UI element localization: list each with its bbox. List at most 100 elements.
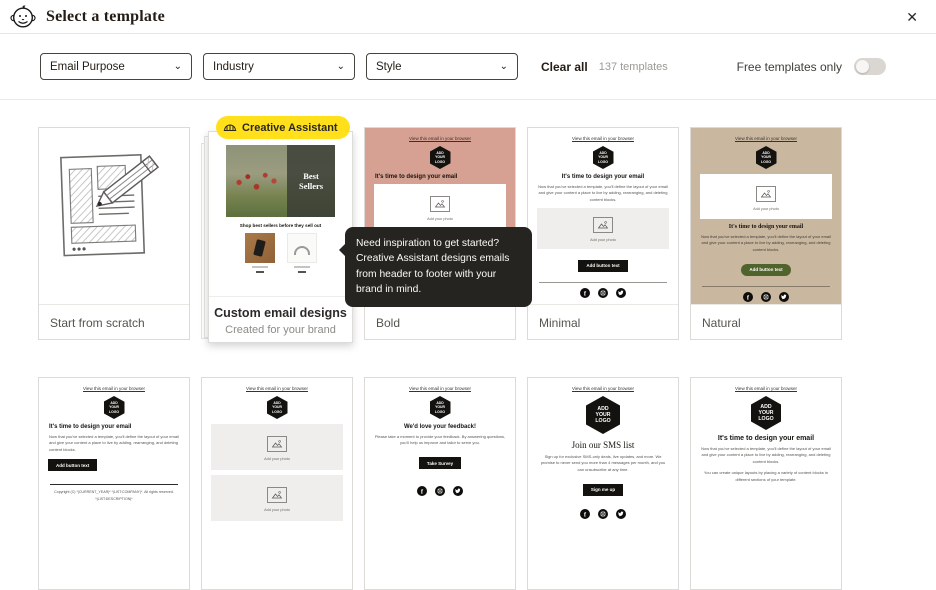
email-purpose-dropdown[interactable]: Email Purpose ⌄ [40, 53, 192, 80]
view-in-browser-link: View this email in your browser [691, 386, 841, 391]
photo-placeholder-box: Add your photo [537, 208, 669, 249]
mini-title: Join our SMS list [536, 440, 670, 450]
card-title: Custom email designs [213, 306, 348, 320]
mini-button: Take Survey [419, 457, 461, 469]
card-label: Bold [365, 304, 515, 341]
add-photo-caption: Add your photo [211, 508, 343, 512]
add-your-logo-hexagon: ADD YOUR LOGO [430, 396, 451, 419]
image-placeholder-icon [593, 217, 613, 233]
top-bar: Select a template ✕ [0, 0, 936, 34]
product-headphones [287, 233, 317, 273]
free-templates-label: Free templates only [737, 60, 842, 74]
tooltip-arrow [339, 244, 345, 256]
template-card-row2-5[interactable]: View this email in your browser ADD YOUR… [690, 377, 842, 590]
template-card-natural[interactable]: View this email in your browser ADD YOUR… [690, 127, 842, 340]
photo-placeholder-box: Add your photo [211, 424, 343, 470]
social-icons: f [528, 509, 678, 519]
photo-placeholder-box: Add your photo [700, 174, 832, 219]
start-scratch-preview [39, 128, 189, 304]
add-your-logo-hexagon: ADD YOUR LOGO [751, 396, 781, 430]
instagram-icon [435, 486, 445, 496]
badge-label: Creative Assistant [242, 122, 338, 134]
row2-5-preview: View this email in your browser ADD YOUR… [691, 378, 841, 589]
add-your-logo-hexagon: ADD YOUR LOGO [756, 146, 777, 169]
facebook-icon: f [417, 486, 427, 496]
template-card-row2-4[interactable]: View this email in your browser ADD YOUR… [527, 377, 679, 590]
mini-body: Now that you've selected a template, you… [49, 434, 180, 453]
view-in-browser-link: View this email in your browser [528, 386, 678, 391]
mini-button: Add button text [578, 260, 627, 272]
add-your-logo-hexagon: ADD YOUR LOGO [430, 146, 451, 169]
custom-preview: Best Sellers Shop best sellers before th… [209, 132, 352, 296]
image-placeholder-icon [430, 196, 450, 212]
template-count: 137 templates [599, 61, 668, 73]
view-in-browser-link: View this email in your browser [691, 136, 841, 141]
template-card-row2-3[interactable]: View this email in your browser ADD YOUR… [364, 377, 516, 590]
mini-body: Sign up for exclusive SMS-only deals, li… [537, 454, 669, 473]
chevron-down-icon: ⌄ [174, 61, 182, 72]
image-placeholder-icon [267, 436, 287, 452]
industry-dropdown[interactable]: Industry ⌄ [203, 53, 355, 80]
mini-body: Now that you've selected a template, you… [537, 184, 669, 203]
greenhouse-icon [223, 119, 237, 137]
template-card-start-from-scratch[interactable]: Start from scratch [38, 127, 190, 340]
chevron-down-icon: ⌄ [500, 61, 508, 72]
add-photo-caption: Add your photo [211, 457, 343, 461]
mini-title: It's time to design your email [49, 424, 181, 430]
style-label: Style [376, 61, 402, 73]
natural-preview: View this email in your browser ADD YOUR… [691, 128, 841, 304]
mini-body: Now that you've selected a template, you… [700, 446, 832, 465]
add-your-logo-hexagon: ADD YOUR LOGO [104, 396, 125, 419]
mini-title: It's time to design your email [536, 174, 670, 180]
mini-title: It's time to design your email [699, 224, 833, 230]
mini-title: We'd love your feedback! [373, 424, 507, 430]
custom-card-labels: Custom email designs Created for your br… [209, 296, 352, 345]
twitter-icon [616, 288, 626, 298]
page-title: Select a template [46, 8, 165, 26]
template-card-custom-email-designs[interactable]: Creative Assistant Best Sellers Shop bes… [201, 125, 353, 343]
social-icons: f [691, 292, 841, 302]
template-card-row2-1[interactable]: View this email in your browser ADD YOUR… [38, 377, 190, 590]
image-placeholder-icon [756, 186, 776, 202]
photo-placeholder-box: Add your photo [211, 475, 343, 521]
shop-text: Shop best sellers before they sell out [209, 223, 352, 228]
row2-1-preview: View this email in your browser ADD YOUR… [39, 378, 189, 589]
photo-overlay: Best Sellers [287, 145, 335, 217]
chevron-down-icon: ⌄ [337, 61, 345, 72]
add-photo-caption: Add your photo [374, 217, 506, 221]
industry-label: Industry [213, 61, 254, 73]
creative-assistant-badge[interactable]: Creative Assistant [216, 116, 350, 139]
mini-title: It's time to design your email [375, 174, 507, 180]
view-in-browser-link: View this email in your browser [365, 136, 515, 141]
card-label: Natural [691, 304, 841, 341]
twitter-icon [616, 509, 626, 519]
template-card-minimal[interactable]: View this email in your browser ADD YOUR… [527, 127, 679, 340]
add-photo-caption: Add your photo [700, 207, 832, 211]
instagram-icon [598, 509, 608, 519]
view-in-browser-link: View this email in your browser [365, 386, 515, 391]
mini-body: Now that you've selected a template, you… [700, 234, 832, 253]
add-your-logo-hexagon: ADD YOUR LOGO [586, 396, 620, 434]
card-label: Minimal [528, 304, 678, 341]
email-purpose-label: Email Purpose [50, 61, 125, 73]
mini-title: It's time to design your email [699, 435, 833, 442]
close-icon[interactable]: ✕ [906, 10, 918, 24]
free-templates-control: Free templates only [737, 58, 886, 75]
clear-all-button[interactable]: Clear all [541, 60, 588, 74]
free-templates-toggle[interactable] [854, 58, 886, 75]
toggle-knob [856, 60, 869, 73]
style-dropdown[interactable]: Style ⌄ [366, 53, 518, 80]
best-sellers-photo: Best Sellers [226, 145, 335, 217]
mini-button: Add button text [741, 264, 790, 276]
mini-button: Add button text [48, 459, 97, 471]
custom-card: Best Sellers Shop best sellers before th… [208, 131, 353, 343]
twitter-icon [779, 292, 789, 302]
template-card-row2-2[interactable]: View this email in your browser ADD YOUR… [201, 377, 353, 590]
row2-3-preview: View this email in your browser ADD YOUR… [365, 378, 515, 589]
tooltip-text: Need inspiration to get started? Creativ… [356, 238, 509, 295]
add-your-logo-hexagon: ADD YOUR LOGO [593, 146, 614, 169]
facebook-icon: f [580, 509, 590, 519]
product-thumbnails [209, 233, 352, 273]
facebook-icon: f [580, 288, 590, 298]
row2-2-preview: View this email in your browser ADD YOUR… [202, 378, 352, 589]
